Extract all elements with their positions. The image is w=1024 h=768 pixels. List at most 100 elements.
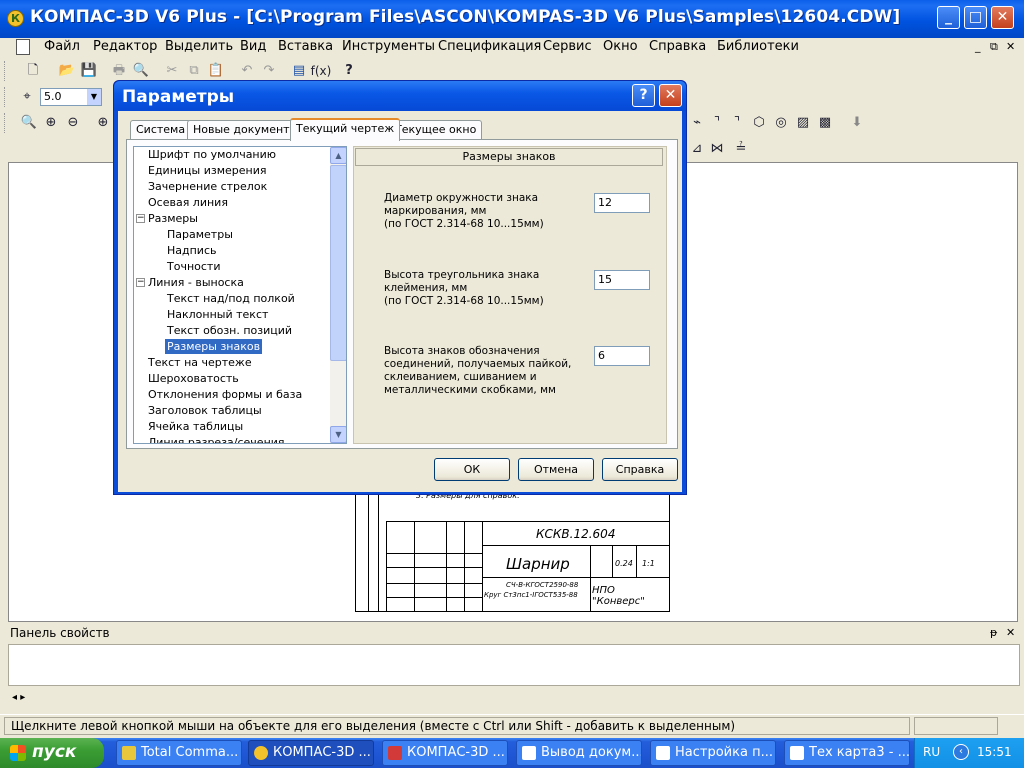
toolbar-grip[interactable] — [4, 61, 7, 81]
grid-snap-icon[interactable]: ⌖ — [18, 88, 36, 106]
paste-icon[interactable]: 📋 — [207, 62, 225, 80]
tree-item-sign-sizes[interactable]: Размеры знаков — [165, 339, 263, 354]
tree-item-form-deviation[interactable]: Отклонения формы и база — [148, 387, 302, 402]
cut-icon[interactable]: ✂ — [163, 62, 181, 80]
maximize-button[interactable]: □ — [964, 6, 987, 29]
close-button[interactable]: ✕ — [991, 6, 1014, 29]
document-icon[interactable] — [16, 39, 30, 55]
open-folder-icon[interactable]: 📂 — [58, 62, 76, 80]
print-icon[interactable]: 🖶 — [110, 62, 128, 80]
help-button[interactable]: Справка — [602, 458, 678, 481]
base-icon[interactable]: ⋈ — [708, 140, 726, 158]
dialog-help-button[interactable]: ? — [632, 84, 655, 107]
tree-item-axis-line[interactable]: Осевая линия — [148, 195, 228, 210]
pin-icon[interactable]: ᵽ — [990, 626, 997, 639]
start-button[interactable]: пуск — [0, 738, 104, 768]
taskbar-item-settings[interactable]: Настройка п... — [650, 740, 776, 766]
settings-tree[interactable]: Шрифт по умолчанию Единицы измерения Зач… — [133, 146, 347, 444]
dialog-title-bar[interactable]: Параметры ? ✕ — [114, 81, 686, 111]
zoom-in-icon[interactable]: ⊕ — [42, 114, 60, 132]
scroll-thumb[interactable] — [330, 165, 346, 361]
tree-item-units[interactable]: Единицы измерения — [148, 163, 267, 178]
new-file-icon[interactable]: 🗋 — [24, 62, 42, 80]
tree-item-dim-label[interactable]: Надпись — [167, 243, 217, 258]
tab-current-window[interactable]: Текущее окно — [389, 120, 483, 140]
cancel-button[interactable]: Отмена — [518, 458, 594, 481]
line-tool-icon[interactable]: ⌁ — [688, 114, 706, 132]
taskbar-item-total-commander[interactable]: Total Comma... — [116, 740, 242, 766]
joint-sign-height-input[interactable]: 6 — [594, 346, 650, 366]
tree-item-italic-text[interactable]: Наклонный текст — [167, 307, 268, 322]
redo-icon[interactable]: ↷ — [260, 62, 278, 80]
zoom-scale-icon[interactable]: ⊕ — [94, 114, 112, 132]
menu-editor[interactable]: Редактор — [93, 38, 157, 56]
hatch-icon[interactable]: ▨ — [794, 114, 812, 132]
stamp-triangle-height-input[interactable]: 15 — [594, 270, 650, 290]
mdi-restore-button[interactable]: ⧉ — [990, 40, 998, 54]
chamfer-icon[interactable]: ⌝ — [708, 114, 726, 132]
menu-insert[interactable]: Вставка — [278, 38, 333, 56]
dropdown-arrow-icon[interactable]: ▼ — [87, 89, 101, 105]
taskbar-item-output[interactable]: Вывод докум... — [516, 740, 642, 766]
zoom-window-icon[interactable]: 🔍 — [20, 114, 38, 132]
menu-help[interactable]: Справка — [649, 38, 706, 56]
taskbar-item-tech-card[interactable]: Тех карта3 - ... — [784, 740, 910, 766]
circle-tool-icon[interactable]: ◎ — [772, 114, 790, 132]
tree-item-table-cell[interactable]: Ячейка таблицы — [148, 419, 243, 434]
tree-item-dimensions[interactable]: Размеры — [148, 211, 198, 226]
tree-item-roughness[interactable]: Шероховатость — [148, 371, 239, 386]
copy-icon[interactable]: ⧉ — [185, 62, 203, 80]
tree-item-leader[interactable]: Линия - выноска — [148, 275, 244, 290]
marking-circle-diameter-input[interactable]: 12 — [594, 193, 650, 213]
mdi-minimize-button[interactable]: _ — [975, 40, 981, 54]
window-title-bar[interactable]: К КОМПАС-3D V6 Plus - [C:\Program Files\… — [0, 0, 1024, 38]
drawing-title-block[interactable]: 3. Размеры для справок. КСКВ.12.604 Шарн… — [355, 490, 670, 612]
tray-expand-icon[interactable]: ‹ — [953, 744, 969, 760]
taskbar-item-kompas-2[interactable]: КОМПАС-3D ... — [382, 740, 508, 766]
collapse-icon[interactable]: − — [136, 278, 145, 287]
toolbar-grip[interactable] — [4, 113, 7, 133]
menu-tools[interactable]: Инструменты — [342, 38, 435, 56]
mdi-close-button[interactable]: ✕ — [1006, 40, 1015, 54]
language-indicator[interactable]: RU — [923, 745, 940, 759]
calculator-icon[interactable]: ▤ — [290, 62, 308, 80]
context-help-button[interactable]: ? — [340, 62, 358, 80]
tree-item-dim-parameters[interactable]: Параметры — [167, 227, 233, 242]
save-icon[interactable]: 💾 — [80, 62, 98, 80]
roughness-icon[interactable]: ⊿ — [688, 140, 706, 158]
menu-libraries[interactable]: Библиотеки — [717, 38, 799, 56]
collapse-icon[interactable]: − — [136, 214, 145, 223]
tree-item-arrows[interactable]: Зачернение стрелок — [148, 179, 267, 194]
toolbar-grip[interactable] — [4, 87, 7, 107]
tree-item-section-line[interactable]: Линия разреза/сечения — [148, 435, 285, 443]
tab-system[interactable]: Система — [130, 120, 192, 140]
panel-close-button[interactable]: ✕ — [1006, 626, 1015, 639]
tab-new-documents[interactable]: Новые документы — [187, 120, 305, 140]
tree-item-position-text[interactable]: Текст обозн. позиций — [167, 323, 292, 338]
undo-icon[interactable]: ↶ — [238, 62, 256, 80]
zoom-out-icon[interactable]: ⊖ — [64, 114, 82, 132]
fill-icon[interactable]: ▩ — [816, 114, 834, 132]
menu-file[interactable]: Файл — [44, 38, 80, 56]
ok-button[interactable]: ОК — [434, 458, 510, 481]
leader-icon[interactable]: ≟ — [732, 140, 750, 158]
tree-item-dim-precision[interactable]: Точности — [167, 259, 220, 274]
dimension-dropdown-icon[interactable]: ⬇ — [848, 114, 866, 132]
tree-item-shelf-text[interactable]: Текст над/под полкой — [167, 291, 295, 306]
menu-specification[interactable]: Спецификация — [438, 38, 541, 56]
scroll-down-icon[interactable]: ▼ — [330, 426, 346, 443]
scroll-up-icon[interactable]: ▲ — [330, 147, 346, 164]
panel-nav-arrows[interactable]: ◂ ▸ — [12, 692, 25, 703]
menu-window[interactable]: Окно — [603, 38, 638, 56]
polygon-icon[interactable]: ⬡ — [750, 114, 768, 132]
menu-select[interactable]: Выделить — [165, 38, 233, 56]
print-preview-icon[interactable]: 🔍 — [132, 62, 150, 80]
scale-combobox[interactable]: 5.0 ▼ — [40, 88, 102, 106]
dialog-close-button[interactable]: ✕ — [659, 84, 682, 107]
minimize-button[interactable]: _ — [937, 6, 960, 29]
tree-scrollbar[interactable]: ▲ ▼ — [330, 147, 346, 443]
tree-item-drawing-text[interactable]: Текст на чертеже — [148, 355, 252, 370]
menu-view[interactable]: Вид — [240, 38, 266, 56]
fillet-icon[interactable]: ⌝ — [728, 114, 746, 132]
fx-button[interactable]: f(x) — [310, 62, 332, 80]
